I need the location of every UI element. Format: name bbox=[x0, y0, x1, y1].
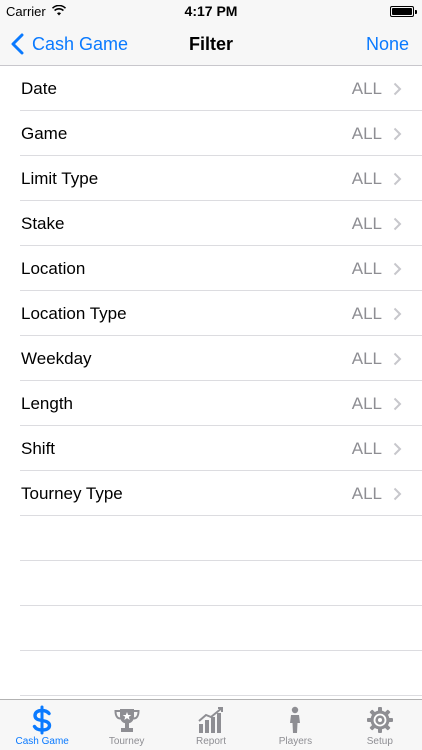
chevron-right-icon bbox=[393, 442, 402, 456]
filter-label: Weekday bbox=[21, 349, 92, 368]
filter-row-shift[interactable]: Shift ALL bbox=[0, 426, 422, 471]
filter-row-location[interactable]: Location ALL bbox=[0, 246, 422, 291]
empty-row bbox=[0, 516, 422, 561]
filter-value: ALL bbox=[351, 304, 382, 323]
dollar-icon bbox=[33, 705, 52, 735]
filter-value: ALL bbox=[351, 439, 382, 458]
status-time: 4:17 PM bbox=[184, 3, 238, 19]
chevron-right-icon bbox=[393, 262, 402, 276]
filter-value: ALL bbox=[351, 169, 382, 188]
chevron-right-icon bbox=[393, 217, 402, 231]
filter-value: ALL bbox=[351, 349, 382, 368]
navigation-bar: Cash Game Filter None bbox=[0, 22, 422, 66]
chevron-right-icon bbox=[393, 352, 402, 366]
chevron-right-icon bbox=[393, 82, 402, 96]
filter-row-game[interactable]: Game ALL bbox=[0, 111, 422, 156]
filter-value: ALL bbox=[351, 79, 382, 98]
chevron-right-icon bbox=[393, 172, 402, 186]
filter-label: Shift bbox=[21, 439, 56, 458]
none-button[interactable]: None bbox=[366, 22, 409, 66]
empty-row bbox=[0, 561, 422, 606]
empty-row bbox=[0, 606, 422, 651]
gear-icon bbox=[366, 707, 393, 733]
empty-row bbox=[0, 651, 422, 696]
filter-row-tourney-type[interactable]: Tourney Type ALL bbox=[0, 471, 422, 516]
filter-label: Location bbox=[21, 259, 86, 278]
filter-value: ALL bbox=[351, 394, 382, 413]
filter-row-limit-type[interactable]: Limit Type ALL bbox=[0, 156, 422, 201]
filter-row-stake[interactable]: Stake ALL bbox=[0, 201, 422, 246]
chevron-right-icon bbox=[393, 127, 402, 141]
filter-label: Date bbox=[21, 79, 57, 98]
bar-chart-icon bbox=[198, 707, 224, 733]
filter-list: Date ALL Game ALL Limit Type ALL Stake A… bbox=[0, 66, 422, 696]
tab-label: Cash Game bbox=[15, 736, 69, 747]
filter-value: ALL bbox=[351, 259, 382, 278]
tab-players[interactable]: Players bbox=[253, 700, 337, 750]
tab-report[interactable]: Report bbox=[169, 700, 253, 750]
battery-icon bbox=[390, 6, 417, 17]
tab-label: Report bbox=[196, 736, 227, 747]
filter-label: Game bbox=[21, 124, 68, 143]
tab-setup[interactable]: Setup bbox=[338, 700, 422, 750]
chevron-right-icon bbox=[393, 397, 402, 411]
status-bar: Carrier 4:17 PM bbox=[0, 0, 422, 22]
page-title: Filter bbox=[188, 34, 233, 54]
trophy-icon bbox=[114, 709, 140, 732]
tab-bar: Cash Game Tourney Report Players Setup bbox=[0, 699, 422, 750]
tab-label: Setup bbox=[366, 736, 393, 747]
filter-row-location-type[interactable]: Location Type ALL bbox=[0, 291, 422, 336]
person-icon bbox=[290, 706, 301, 733]
filter-row-length[interactable]: Length ALL bbox=[0, 381, 422, 426]
tab-cash-game[interactable]: Cash Game bbox=[0, 700, 84, 750]
filter-row-weekday[interactable]: Weekday ALL bbox=[0, 336, 422, 381]
filter-label: Location Type bbox=[21, 304, 127, 323]
filter-row-date[interactable]: Date ALL bbox=[0, 66, 422, 111]
filter-value: ALL bbox=[351, 214, 382, 233]
filter-label: Tourney Type bbox=[21, 484, 123, 503]
filter-value: ALL bbox=[351, 124, 382, 143]
chevron-right-icon bbox=[393, 487, 402, 501]
tab-label: Players bbox=[278, 736, 313, 747]
filter-label: Stake bbox=[21, 214, 65, 233]
chevron-right-icon bbox=[393, 307, 402, 321]
filter-value: ALL bbox=[351, 484, 382, 503]
tab-label: Tourney bbox=[108, 736, 145, 747]
filter-label: Limit Type bbox=[21, 169, 99, 188]
filter-label: Length bbox=[21, 394, 73, 413]
tab-tourney[interactable]: Tourney bbox=[84, 700, 168, 750]
